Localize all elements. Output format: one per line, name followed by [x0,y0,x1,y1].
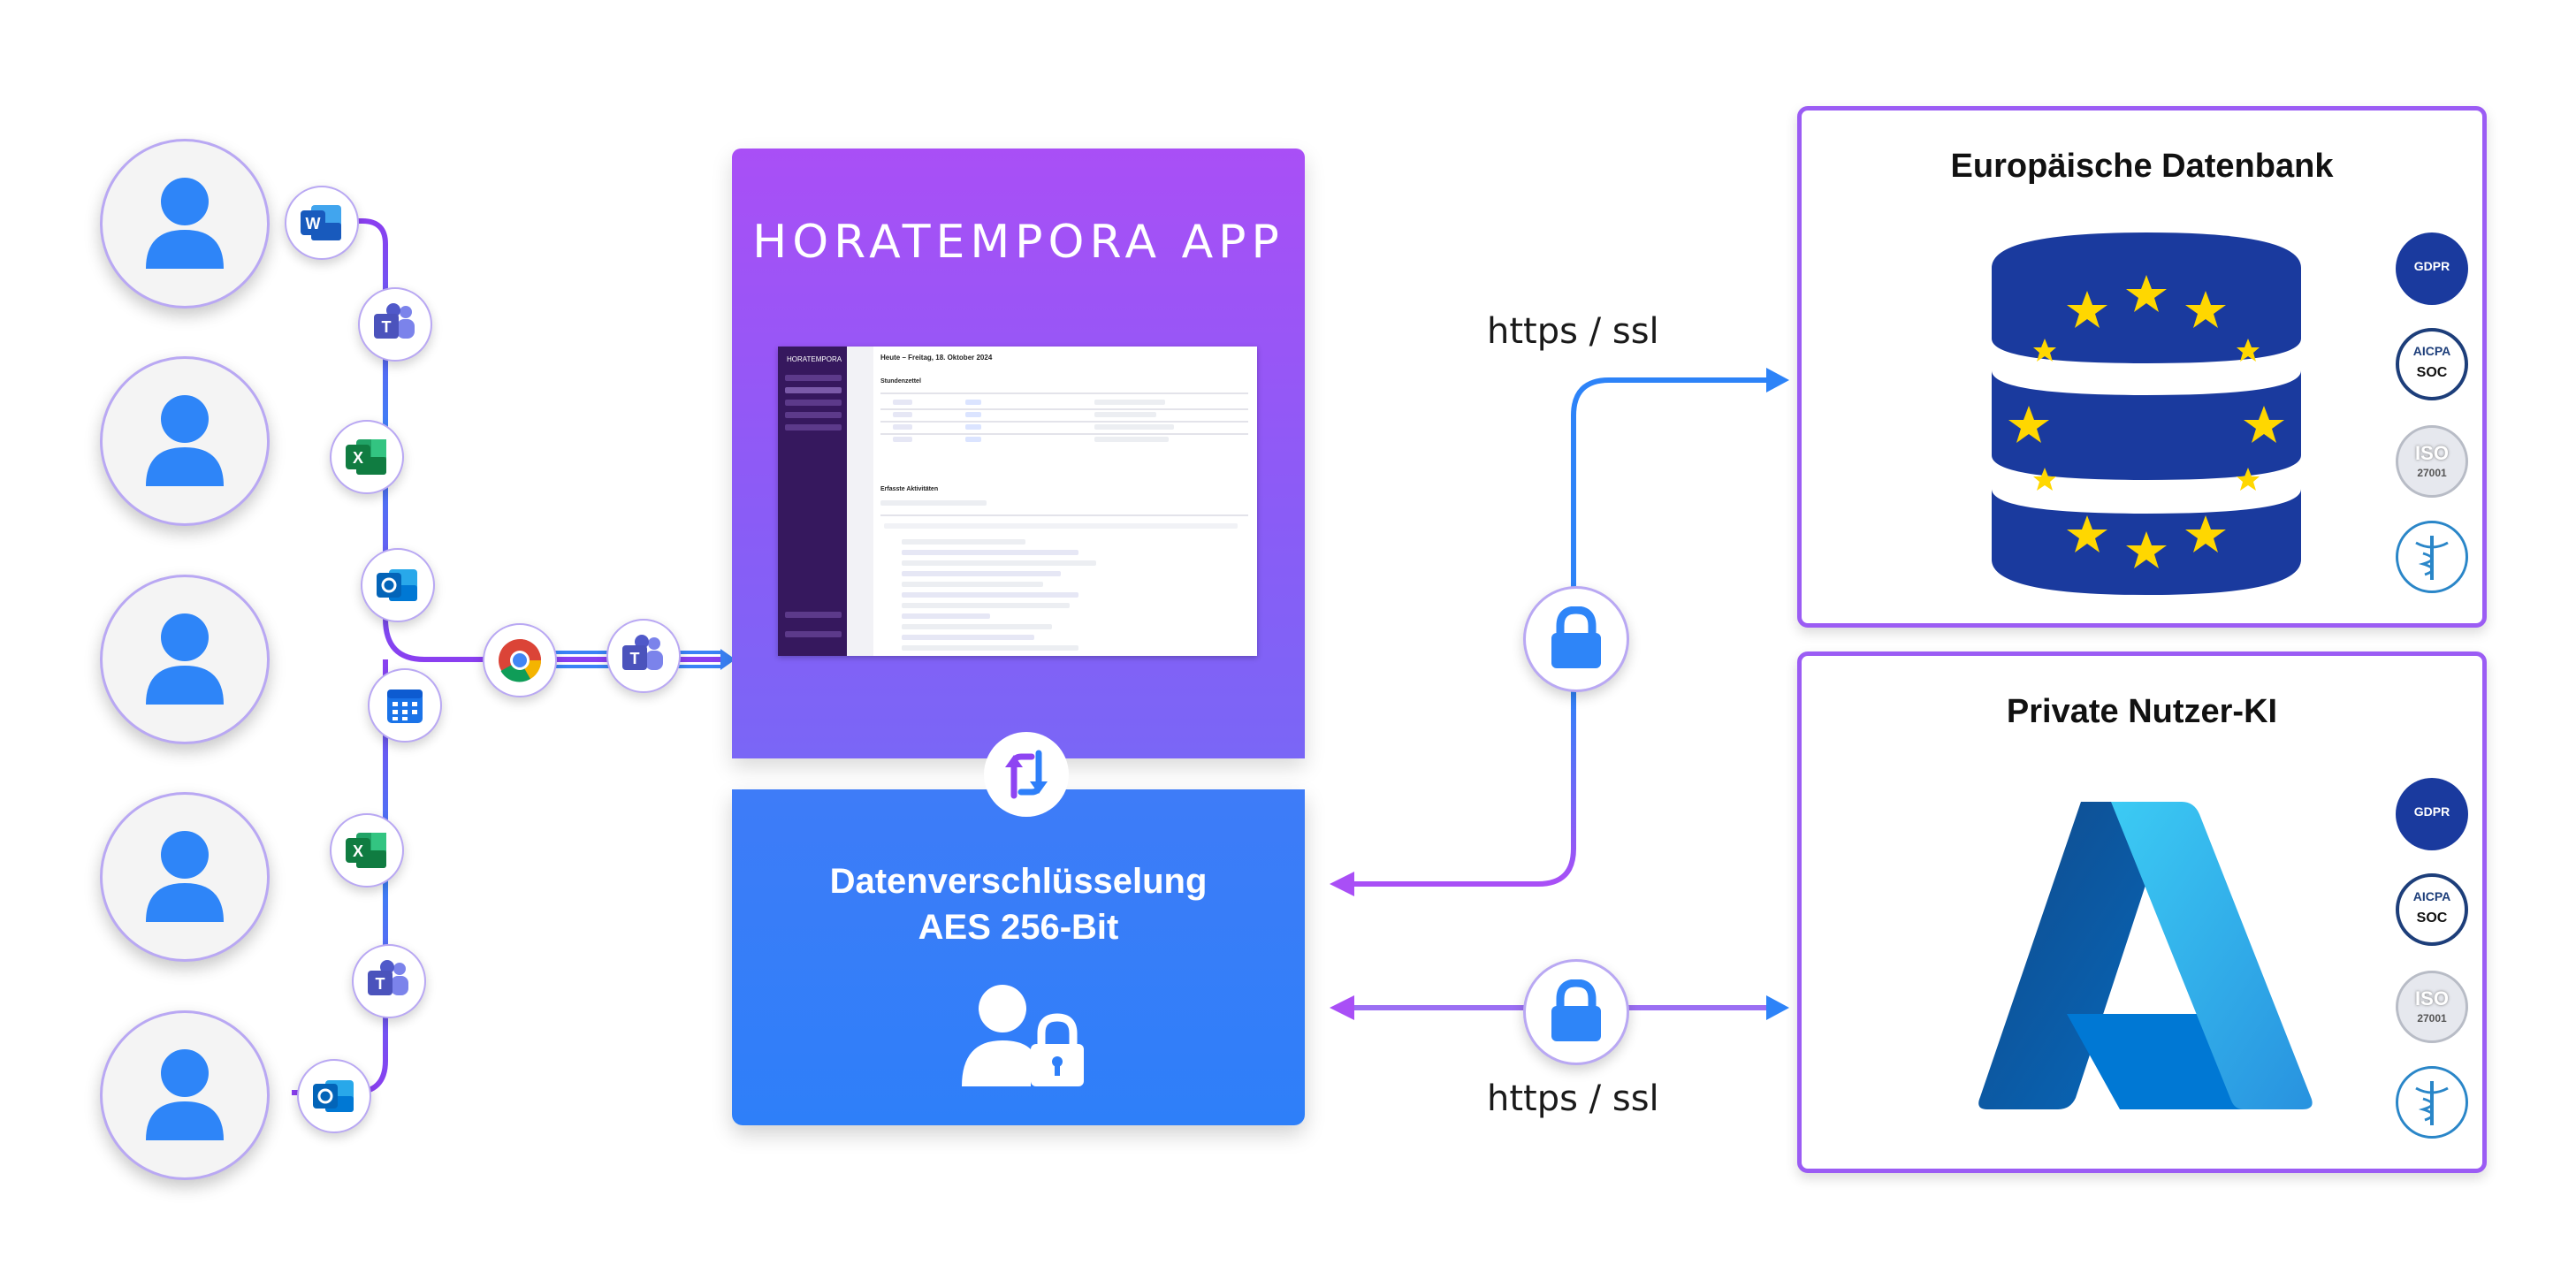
excel-app-icon: X [330,420,404,494]
user-icon [146,1049,224,1140]
calendar-app-icon [368,668,442,743]
lock-icon [1551,606,1601,668]
gdpr-badge: GDPR [2396,232,2468,305]
chrome-icon [499,639,542,682]
teams-app-icon: T [358,287,432,362]
iso-27001-badge-2: ISO 27001 [2396,971,2468,1043]
excel-icon: X [346,439,386,475]
aicpa-soc-badge: AICPA SOC [2396,328,2468,400]
sync-button [984,732,1069,817]
excel-icon: X [346,833,386,868]
encryption-line-2: AES 256-Bit [918,908,1119,947]
screenshot-brand: HORATEMPORA [787,355,842,363]
encryption-title: Datenverschlüsselung AES 256-Bit [732,858,1305,950]
teams-app-icon-2: T [352,944,426,1018]
teams-icon: T [374,303,415,339]
chrome-app-icon [483,623,557,697]
screenshot-heading: Heute – Freitag, 18. Oktober 2024 [880,354,993,362]
svg-text:T: T [376,975,385,993]
calendar-icon [387,690,423,723]
eu-database-icon [1992,232,2301,595]
app-screenshot: HORATEMPORA Heute – Freitag, 18. Oktober… [778,347,1257,656]
screenshot-section-2: Erfasste Aktivitäten [880,486,939,492]
gdpr-badge-2: GDPR [2396,778,2468,850]
encryption-panel: Datenverschlüsselung AES 256-Bit [732,789,1305,1125]
sync-icon [1005,750,1048,799]
svg-text:T: T [630,650,640,667]
caduceus-icon [2415,1081,2449,1125]
ai-card: Private Nutzer-KI GDPR AICPA SOC ISO 270… [1797,651,2487,1173]
app-title: HORATEMPORA APP [752,216,1284,269]
word-icon: W [301,205,341,240]
user-avatar-1 [100,139,270,309]
user-icon [146,178,224,269]
iso-27001-badge: ISO 27001 [2396,425,2468,498]
https-label-top: https / ssl [1487,311,1659,352]
screenshot-sidebar: HORATEMPORA [778,347,847,656]
teams-app-icon-3: T [606,619,681,693]
lock-icon [1551,979,1601,1041]
encryption-line-1: Datenverschlüsselung [829,862,1208,901]
user-avatar-4 [100,792,270,962]
caduceus-icon [2415,536,2449,580]
user-icon [146,395,224,486]
user-avatar-5 [100,1010,270,1180]
database-title: Europäische Datenbank [1950,148,2334,185]
teams-icon: T [368,960,408,995]
user-lock-icon [962,985,1084,1086]
outlook-app-icon-2 [297,1059,371,1133]
svg-text:T: T [382,318,392,336]
screenshot-section-1: Stundenzettel [880,378,921,385]
outlook-icon [377,569,417,601]
azure-icon [1978,802,2313,1109]
teams-icon: T [622,635,663,670]
aicpa-soc-badge-2: AICPA SOC [2396,873,2468,946]
svg-text:X: X [353,449,363,467]
user-avatar-3 [100,575,270,744]
https-label-bottom: https / ssl [1487,1078,1659,1119]
connection-lock-bottom [1523,959,1629,1065]
outlook-icon [313,1080,354,1112]
svg-text:X: X [353,842,363,860]
word-app-icon: W [285,186,359,260]
outlook-app-icon [361,548,435,622]
user-icon [146,831,224,922]
hipaa-badge [2396,521,2468,593]
connection-lock-top [1523,586,1629,692]
user-icon [146,613,224,705]
user-avatar-2 [100,356,270,526]
excel-app-icon-2: X [330,813,404,888]
svg-text:W: W [306,215,321,232]
hipaa-badge-2 [2396,1066,2468,1139]
database-card: Europäische Datenbank GDPR AICPA SOC ISO… [1797,106,2487,628]
ai-title: Private Nutzer-KI [2006,693,2278,730]
